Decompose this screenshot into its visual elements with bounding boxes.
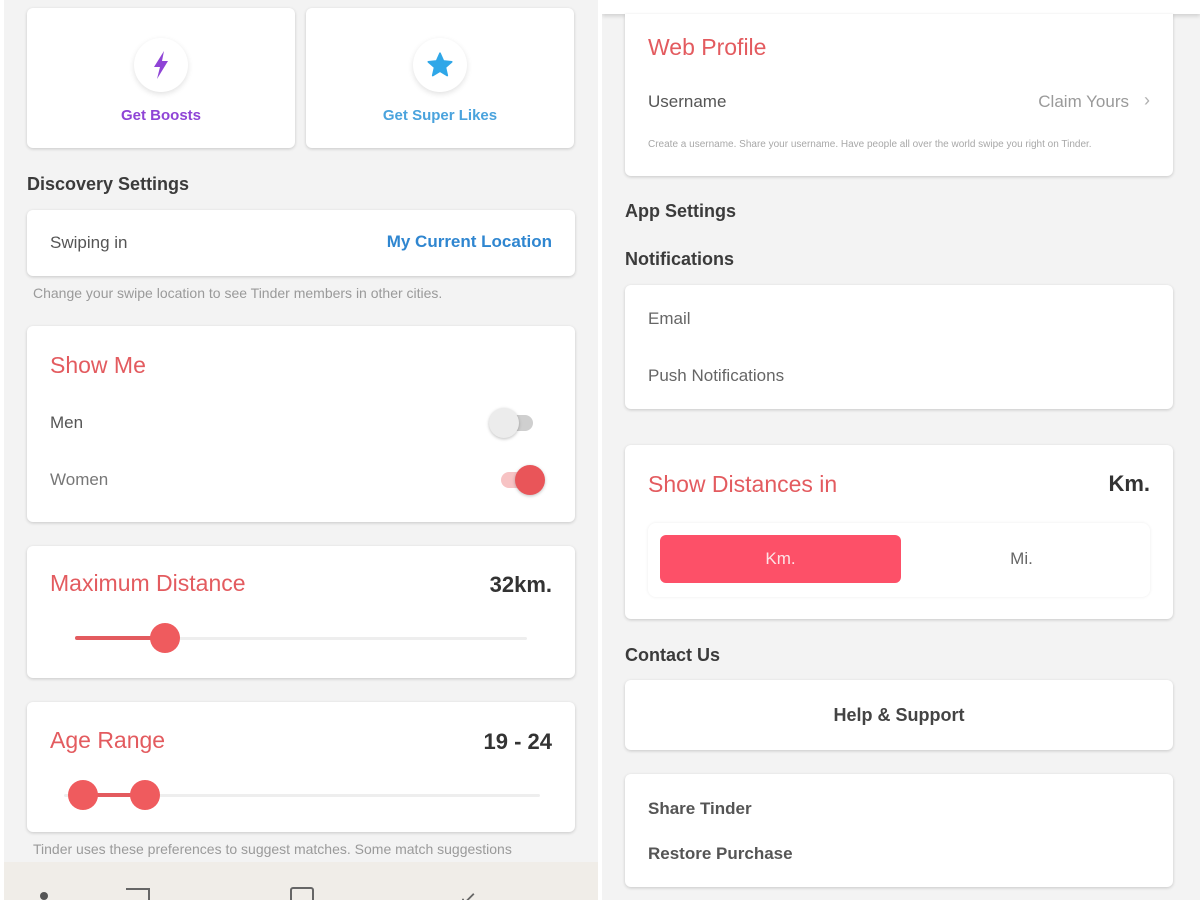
show-me-title: Show Me <box>50 352 146 378</box>
women-toggle[interactable] <box>495 465 545 495</box>
swipe-location-note: Change your swipe location to see Tinder… <box>33 285 443 301</box>
min-age-thumb[interactable] <box>68 780 99 810</box>
contact-us-heading: Contact Us <box>625 645 721 665</box>
get-super-likes-card[interactable]: Get Super Likes <box>306 8 574 148</box>
get-boosts-card[interactable]: Get Boosts <box>27 8 295 148</box>
web-profile-card: Web Profile Username Claim Yours › Creat… <box>625 14 1173 176</box>
max-distance-slider[interactable] <box>75 623 527 653</box>
email-notifications-item[interactable]: Email <box>648 309 691 329</box>
distance-unit-segmented-control: Km. Mi. <box>648 523 1150 597</box>
web-profile-title: Web Profile <box>648 34 767 60</box>
swiping-in-label: Swiping in <box>50 233 128 252</box>
mi-option-button[interactable]: Mi. <box>901 535 1142 583</box>
top-bar <box>602 0 1200 14</box>
show-distances-title: Show Distances in <box>648 471 838 497</box>
app-settings-heading: App Settings <box>625 201 736 221</box>
women-label: Women <box>50 470 109 489</box>
age-range-slider[interactable] <box>64 780 540 810</box>
preferences-note: Tinder uses these preferences to suggest… <box>33 841 512 857</box>
age-range-title: Age Range <box>50 727 166 753</box>
slider-thumb[interactable] <box>150 623 181 653</box>
star-icon <box>413 38 467 92</box>
discovery-settings-screen: Get Boosts Get Super Likes Discovery Set… <box>4 0 598 900</box>
km-option-button[interactable]: Km. <box>660 535 901 583</box>
username-note: Create a username. Share your username. … <box>648 139 1092 150</box>
men-label: Men <box>50 413 84 432</box>
chevron-right-icon: › <box>1144 90 1150 110</box>
men-toggle[interactable] <box>489 408 539 438</box>
misc-actions-card: Share Tinder Restore Purchase <box>625 774 1173 887</box>
recent-apps-icon[interactable] <box>126 888 150 900</box>
current-location-link[interactable]: My Current Location <box>387 232 552 252</box>
show-distances-card: Show Distances in Km. Km. Mi. <box>625 445 1173 619</box>
help-support-button[interactable]: Help & Support <box>625 680 1173 750</box>
show-me-card: Show Me Men Women <box>27 326 575 522</box>
share-tinder-item[interactable]: Share Tinder <box>648 799 752 819</box>
distance-unit-value: Km. <box>1108 471 1150 496</box>
home-icon[interactable] <box>290 887 314 900</box>
push-notifications-item[interactable]: Push Notifications <box>648 366 784 386</box>
app-settings-screen: Web Profile Username Claim Yours › Creat… <box>602 0 1200 900</box>
notifications-heading: Notifications <box>625 249 735 269</box>
get-boosts-label: Get Boosts <box>120 107 201 124</box>
max-distance-title: Maximum Distance <box>50 570 246 596</box>
system-nav-bar: ↙ <box>4 862 598 900</box>
max-distance-card: Maximum Distance 32km. <box>27 546 575 678</box>
nav-dot-icon <box>40 892 48 900</box>
help-support-label: Help & Support <box>833 704 965 725</box>
swiping-in-row[interactable]: Swiping in My Current Location <box>27 210 575 276</box>
age-range-value: 19 - 24 <box>483 729 553 754</box>
notifications-card: Email Push Notifications <box>625 285 1173 409</box>
back-icon[interactable]: ↙ <box>459 886 477 900</box>
claim-username-link[interactable]: Claim Yours <box>1038 92 1129 112</box>
restore-purchase-item[interactable]: Restore Purchase <box>648 844 793 864</box>
max-age-thumb[interactable] <box>129 780 160 810</box>
lightning-bolt-icon <box>134 38 188 92</box>
username-label: Username <box>648 92 727 111</box>
get-super-likes-label: Get Super Likes <box>382 107 498 124</box>
max-distance-value: 32km. <box>489 572 552 597</box>
age-range-card: Age Range 19 - 24 <box>27 702 575 832</box>
discovery-settings-heading: Discovery Settings <box>27 174 190 194</box>
